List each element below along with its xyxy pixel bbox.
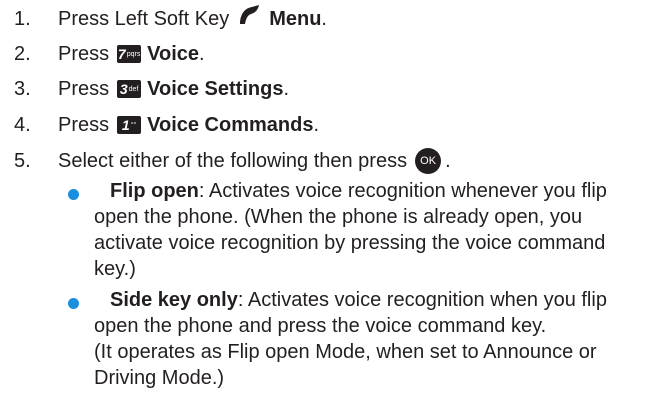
option-line: open the phone and press the voice comma… [94, 315, 547, 337]
option-flip-open: Flip open: Activates voice recognition w… [94, 178, 640, 282]
step-text: Press [58, 77, 110, 100]
step-punct: . [283, 77, 290, 100]
left-soft-key-icon [237, 4, 263, 34]
option-line: Driving Mode.) [94, 367, 225, 389]
key-7-icon: 7 pqrs [117, 45, 142, 63]
option-term: Side key only [110, 289, 238, 311]
option-line: activate voice recognition by pressing t… [94, 232, 606, 254]
step-number: 1. [14, 7, 31, 30]
bullet-icon [68, 298, 79, 309]
key-letters: pqrs [126, 50, 141, 58]
step-text: Press Left Soft Key [58, 7, 230, 30]
step-punct: . [199, 42, 205, 65]
key-letters: def [128, 85, 139, 93]
voice-label: Voice [147, 42, 199, 65]
menu-label: Menu [269, 7, 322, 30]
step-punct: . [445, 149, 451, 172]
key-digit: 3 [119, 81, 128, 97]
key-digit: 7 [117, 46, 126, 62]
step-punct: . [313, 113, 320, 136]
option-term: Flip open [110, 180, 199, 202]
step-number: 3. [14, 77, 31, 100]
option-line: (It operates as Flip open Mode, when set… [94, 341, 597, 363]
step-number: 5. [14, 149, 31, 172]
key-3-icon: 3 def [117, 80, 142, 98]
option-line: open the phone. (When the phone is alrea… [94, 206, 583, 228]
key-letters: °° [130, 121, 137, 129]
step-number: 4. [14, 113, 31, 136]
key-1-icon: 1 °° [117, 116, 142, 134]
step-number: 2. [14, 42, 31, 65]
voice-commands-label: Voice Commands [147, 113, 314, 136]
option-line: key.) [94, 258, 136, 280]
voice-settings-label: Voice Settings [147, 77, 284, 100]
option-side-key-only: Side key only: Activates voice recogniti… [94, 287, 640, 391]
step-text: Press [58, 113, 110, 136]
key-digit: 1 [121, 117, 130, 133]
ok-key-icon: OK [415, 148, 442, 174]
bullet-icon [68, 189, 79, 200]
step-text: Select either of the following then pres… [58, 149, 408, 172]
step-punct: . [321, 7, 327, 30]
option-line: : Activates voice recognition whenever y… [198, 180, 607, 202]
option-line: : Activates voice recognition when you f… [237, 289, 607, 311]
step-text: Press [58, 42, 110, 65]
